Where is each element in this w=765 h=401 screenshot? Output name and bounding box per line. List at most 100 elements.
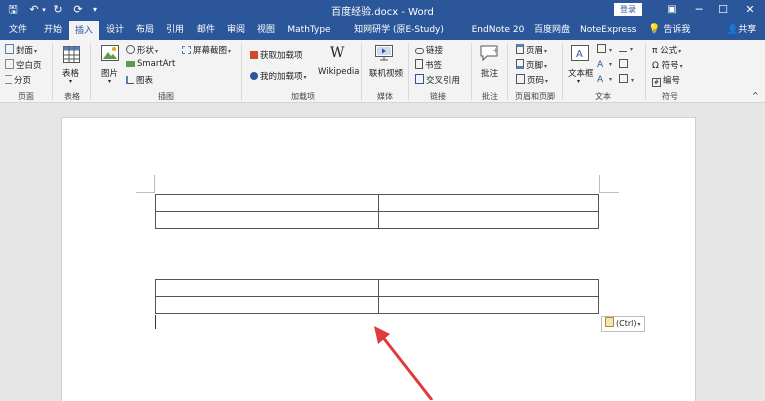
table-cell[interactable]	[155, 211, 379, 229]
screenshot-button[interactable]: 屏幕截图▾	[182, 44, 231, 56]
smartart-label: SmartArt	[137, 59, 176, 69]
tab-file[interactable]: 文件	[6, 20, 30, 40]
table-dropdown-icon[interactable]: ▾	[69, 78, 72, 85]
cover-page-label: 封面	[16, 46, 34, 56]
wikipedia-button[interactable]: Wikipedia	[318, 67, 359, 77]
cover-page-button[interactable]: 封面▾	[5, 44, 37, 56]
signature-line-button[interactable]: ▾	[619, 44, 633, 54]
table-cell[interactable]	[378, 211, 599, 229]
numbering-button[interactable]: # 编号	[652, 74, 680, 87]
tab-baidu-netdisk[interactable]: 百度网盘	[533, 20, 571, 40]
quick-parts-button[interactable]: ▾	[597, 44, 612, 55]
tab-view[interactable]: 视图	[254, 20, 278, 40]
margin-mark	[599, 175, 600, 192]
tab-insert[interactable]: 插入	[69, 21, 99, 40]
table-icon[interactable]	[63, 46, 80, 63]
page-number-button[interactable]: 页码▾	[516, 74, 548, 86]
screenshot-label: 屏幕截图	[193, 46, 228, 56]
pictures-icon[interactable]	[101, 45, 119, 61]
group-label-comments: 批注	[482, 92, 498, 101]
page-break-icon	[5, 75, 12, 84]
table-cell[interactable]	[155, 279, 379, 297]
paste-options-button[interactable]: (Ctrl)▾	[601, 316, 645, 332]
table-cell[interactable]	[155, 296, 379, 314]
object-button[interactable]: ▾	[619, 74, 634, 85]
symbol-label: 符号	[661, 61, 679, 71]
chart-button[interactable]: 图表	[126, 74, 153, 86]
tab-noteexpress[interactable]: NoteExpress	[580, 20, 636, 40]
wordart-icon: A	[597, 60, 604, 70]
equation-button[interactable]: π 公式▾	[652, 44, 681, 56]
ribbon-display-icon[interactable]: ▣	[663, 1, 681, 19]
group-label-symbols: 符号	[662, 92, 678, 101]
bookmark-icon	[415, 59, 423, 69]
blank-page-button[interactable]: 空白页	[5, 59, 42, 71]
date-time-button[interactable]	[619, 59, 630, 70]
table-cell[interactable]	[378, 194, 599, 212]
tab-layout[interactable]: 布局	[133, 20, 157, 40]
collapse-ribbon-icon[interactable]: ^	[752, 91, 759, 100]
tab-home[interactable]: 开始	[40, 20, 66, 40]
online-video-button[interactable]: 联机视频	[369, 67, 403, 79]
table-cell[interactable]	[155, 194, 379, 212]
blank-page-icon	[5, 59, 14, 69]
table-1[interactable]	[155, 194, 599, 229]
shapes-button[interactable]: 形状▾	[126, 44, 158, 56]
smartart-button[interactable]: SmartArt	[126, 59, 175, 69]
tab-references[interactable]: 引用	[163, 20, 187, 40]
tab-estudy[interactable]: 知网研学 (原E-Study)	[340, 20, 458, 40]
ribbon: 封面▾ 空白页 分页 页面 表格 ▾ 表格 图片 ▾ 形状▾ SmartArt …	[0, 40, 765, 103]
group-label-header-footer: 页眉和页脚	[515, 92, 555, 101]
cross-reference-button[interactable]: 交叉引用	[415, 74, 460, 86]
drop-cap-icon: A	[597, 75, 604, 85]
margin-mark	[136, 192, 155, 193]
footer-button[interactable]: 页脚▾	[516, 59, 547, 71]
page-number-label: 页码	[527, 76, 545, 86]
page-break-button[interactable]: 分页	[5, 74, 31, 86]
tab-endnote[interactable]: EndNote 20	[470, 20, 526, 40]
drop-cap-button[interactable]: A ▾	[597, 74, 612, 85]
wikipedia-icon[interactable]: W	[330, 45, 344, 61]
table-2[interactable]	[155, 279, 599, 314]
group-label-illustrations: 插图	[158, 92, 174, 101]
online-video-icon[interactable]	[375, 45, 393, 61]
wordart-button[interactable]: A ▾	[597, 59, 612, 70]
quick-parts-icon	[597, 44, 606, 53]
minimize-button[interactable]: ─	[690, 1, 708, 19]
table-cell[interactable]	[378, 279, 599, 297]
red-arrow-annotation	[374, 326, 434, 400]
my-addins-button[interactable]: 我的加载项▾	[250, 70, 307, 82]
textbox-icon[interactable]: A	[571, 45, 589, 61]
get-addins-button[interactable]: 获取加载项	[250, 49, 303, 61]
margin-mark	[599, 192, 619, 193]
text-cursor	[155, 315, 156, 329]
maximize-button[interactable]: ☐	[714, 1, 732, 19]
comment-icon[interactable]: +	[480, 45, 499, 62]
shapes-label: 形状	[137, 46, 155, 56]
tab-mathtype[interactable]: MathType	[287, 20, 331, 40]
textbox-dropdown-icon[interactable]: ▾	[577, 78, 580, 85]
header-button[interactable]: 页眉▾	[516, 44, 547, 56]
table-cell[interactable]	[378, 296, 599, 314]
page-break-label: 分页	[14, 76, 32, 86]
close-button[interactable]: ✕	[741, 1, 759, 19]
comment-button[interactable]: 批注	[481, 67, 498, 79]
object-icon	[619, 74, 628, 83]
margin-mark	[154, 175, 155, 192]
tell-me[interactable]: 💡 告诉我	[648, 20, 690, 40]
table-row	[155, 194, 599, 212]
group-label-tables: 表格	[64, 92, 80, 101]
tab-design[interactable]: 设计	[103, 20, 127, 40]
textbox-button[interactable]: 文本框	[568, 67, 594, 79]
tab-mailings[interactable]: 邮件	[194, 20, 218, 40]
bookmark-button[interactable]: 书签	[415, 59, 442, 71]
paste-options-label: (Ctrl)	[616, 319, 637, 328]
pictures-dropdown-icon[interactable]: ▾	[108, 78, 111, 85]
login-button[interactable]: 登录	[614, 3, 642, 16]
link-button[interactable]: 链接	[415, 44, 443, 56]
symbol-button[interactable]: Ω 符号▾	[652, 59, 683, 71]
share-button[interactable]: 👤共享	[727, 20, 756, 40]
tab-review[interactable]: 审阅	[224, 20, 248, 40]
group-label-text: 文本	[595, 92, 611, 101]
cover-page-icon	[5, 44, 14, 54]
